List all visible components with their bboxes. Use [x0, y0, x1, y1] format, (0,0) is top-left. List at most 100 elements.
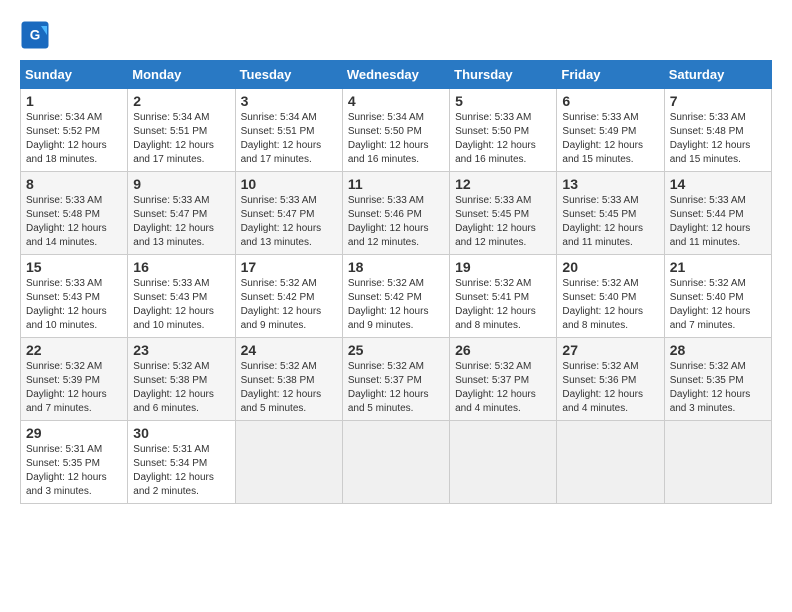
- day-number: 19: [455, 259, 551, 275]
- calendar-cell: 28Sunrise: 5:32 AMSunset: 5:35 PMDayligh…: [664, 338, 771, 421]
- day-info: Sunrise: 5:33 AMSunset: 5:45 PMDaylight:…: [455, 194, 551, 250]
- day-number: 5: [455, 93, 551, 109]
- calendar-cell: 25 Sunrise: 5:32 AMSunset: 5:37 PMDayligh…: [342, 338, 449, 421]
- day-number: 16: [133, 259, 229, 275]
- day-info: Sunrise: 5:33 AMSunset: 5:48 PMDaylight:…: [26, 194, 122, 250]
- weekday-header-sunday: Sunday: [21, 61, 128, 89]
- day-info: Sunrise: 5:31 AMSunset: 5:35 PMDaylight:…: [26, 443, 122, 499]
- calendar-cell: [557, 421, 664, 504]
- calendar-cell: [450, 421, 557, 504]
- calendar-cell: 5 Sunrise: 5:33 AMSunset: 5:50 PMDaylight…: [450, 89, 557, 172]
- calendar-cell: 30Sunrise: 5:31 AMSunset: 5:34 PMDayligh…: [128, 421, 235, 504]
- day-info: Sunrise: 5:33 AMSunset: 5:43 PMDaylight:…: [26, 277, 122, 333]
- calendar-cell: 7Sunrise: 5:33 AMSunset: 5:48 PMDaylight…: [664, 89, 771, 172]
- day-number: 27: [562, 342, 658, 358]
- calendar-cell: 11 Sunrise: 5:33 AMSunset: 5:46 PMDayligh…: [342, 172, 449, 255]
- calendar-cell: 24 Sunrise: 5:32 AMSunset: 5:38 PMDayligh…: [235, 338, 342, 421]
- calendar-cell: 4Sunrise: 5:34 AMSunset: 5:50 PMDaylight…: [342, 89, 449, 172]
- day-number: 17: [241, 259, 337, 275]
- day-info: Sunrise: 5:32 AMSunset: 5:37 PMDaylight:…: [348, 360, 444, 416]
- calendar-cell: 21Sunrise: 5:32 AMSunset: 5:40 PMDayligh…: [664, 255, 771, 338]
- day-number: 13: [562, 176, 658, 192]
- day-info: Sunrise: 5:33 AMSunset: 5:46 PMDaylight:…: [348, 194, 444, 250]
- calendar-week-row: 29 Sunrise: 5:31 AMSunset: 5:35 PMDayligh…: [21, 421, 772, 504]
- day-info: Sunrise: 5:33 AMSunset: 5:47 PMDaylight:…: [241, 194, 337, 250]
- calendar-cell: 14Sunrise: 5:33 AMSunset: 5:44 PMDayligh…: [664, 172, 771, 255]
- day-info: Sunrise: 5:34 AMSunset: 5:52 PMDaylight:…: [26, 111, 122, 167]
- calendar-cell: 22 Sunrise: 5:32 AMSunset: 5:39 PMDayligh…: [21, 338, 128, 421]
- calendar-table: SundayMondayTuesdayWednesdayThursdayFrid…: [20, 60, 772, 504]
- calendar-cell: 1 Sunrise: 5:34 AMSunset: 5:52 PMDaylight…: [21, 89, 128, 172]
- day-info: Sunrise: 5:32 AMSunset: 5:42 PMDaylight:…: [348, 277, 444, 333]
- day-info: Sunrise: 5:32 AMSunset: 5:37 PMDaylight:…: [455, 360, 551, 416]
- calendar-cell: 29 Sunrise: 5:31 AMSunset: 5:35 PMDayligh…: [21, 421, 128, 504]
- calendar-cell: 23 Sunrise: 5:32 AMSunset: 5:38 PMDayligh…: [128, 338, 235, 421]
- day-info: Sunrise: 5:33 AMSunset: 5:44 PMDaylight:…: [670, 194, 766, 250]
- calendar-cell: 16 Sunrise: 5:33 AMSunset: 5:43 PMDayligh…: [128, 255, 235, 338]
- calendar-cell: 15 Sunrise: 5:33 AMSunset: 5:43 PMDayligh…: [21, 255, 128, 338]
- weekday-header-wednesday: Wednesday: [342, 61, 449, 89]
- day-number: 29: [26, 425, 122, 441]
- day-number: 1: [26, 93, 122, 109]
- page-header: G: [20, 20, 772, 50]
- day-number: 3: [241, 93, 337, 109]
- calendar-week-row: 15 Sunrise: 5:33 AMSunset: 5:43 PMDayligh…: [21, 255, 772, 338]
- weekday-header-row: SundayMondayTuesdayWednesdayThursdayFrid…: [21, 61, 772, 89]
- day-number: 22: [26, 342, 122, 358]
- day-number: 23: [133, 342, 229, 358]
- weekday-header-tuesday: Tuesday: [235, 61, 342, 89]
- logo-icon: G: [20, 20, 50, 50]
- day-number: 2: [133, 93, 229, 109]
- calendar-cell: 20 Sunrise: 5:32 AMSunset: 5:40 PMDayligh…: [557, 255, 664, 338]
- day-info: Sunrise: 5:34 AMSunset: 5:51 PMDaylight:…: [241, 111, 337, 167]
- calendar-cell: 17 Sunrise: 5:32 AMSunset: 5:42 PMDayligh…: [235, 255, 342, 338]
- calendar-cell: 9 Sunrise: 5:33 AMSunset: 5:47 PMDaylight…: [128, 172, 235, 255]
- day-info: Sunrise: 5:32 AMSunset: 5:40 PMDaylight:…: [670, 277, 766, 333]
- day-number: 25: [348, 342, 444, 358]
- day-info: Sunrise: 5:33 AMSunset: 5:43 PMDaylight:…: [133, 277, 229, 333]
- day-number: 12: [455, 176, 551, 192]
- day-number: 10: [241, 176, 337, 192]
- day-info: Sunrise: 5:33 AMSunset: 5:47 PMDaylight:…: [133, 194, 229, 250]
- day-number: 8: [26, 176, 122, 192]
- calendar-cell: 26 Sunrise: 5:32 AMSunset: 5:37 PMDayligh…: [450, 338, 557, 421]
- day-info: Sunrise: 5:32 AMSunset: 5:40 PMDaylight:…: [562, 277, 658, 333]
- day-info: Sunrise: 5:34 AMSunset: 5:50 PMDaylight:…: [348, 111, 444, 167]
- calendar-week-row: 22 Sunrise: 5:32 AMSunset: 5:39 PMDayligh…: [21, 338, 772, 421]
- day-info: Sunrise: 5:32 AMSunset: 5:38 PMDaylight:…: [133, 360, 229, 416]
- weekday-header-monday: Monday: [128, 61, 235, 89]
- day-info: Sunrise: 5:32 AMSunset: 5:41 PMDaylight:…: [455, 277, 551, 333]
- calendar-cell: 3 Sunrise: 5:34 AMSunset: 5:51 PMDaylight…: [235, 89, 342, 172]
- weekday-header-saturday: Saturday: [664, 61, 771, 89]
- day-number: 11: [348, 176, 444, 192]
- calendar-cell: [235, 421, 342, 504]
- calendar-cell: 13 Sunrise: 5:33 AMSunset: 5:45 PMDayligh…: [557, 172, 664, 255]
- day-info: Sunrise: 5:32 AMSunset: 5:36 PMDaylight:…: [562, 360, 658, 416]
- svg-text:G: G: [30, 28, 41, 43]
- day-info: Sunrise: 5:33 AMSunset: 5:50 PMDaylight:…: [455, 111, 551, 167]
- day-number: 18: [348, 259, 444, 275]
- day-info: Sunrise: 5:32 AMSunset: 5:39 PMDaylight:…: [26, 360, 122, 416]
- calendar-cell: 18 Sunrise: 5:32 AMSunset: 5:42 PMDayligh…: [342, 255, 449, 338]
- calendar-cell: 2Sunrise: 5:34 AMSunset: 5:51 PMDaylight…: [128, 89, 235, 172]
- calendar-cell: [342, 421, 449, 504]
- weekday-header-thursday: Thursday: [450, 61, 557, 89]
- day-number: 7: [670, 93, 766, 109]
- calendar-cell: 8 Sunrise: 5:33 AMSunset: 5:48 PMDaylight…: [21, 172, 128, 255]
- calendar-cell: 12 Sunrise: 5:33 AMSunset: 5:45 PMDayligh…: [450, 172, 557, 255]
- calendar-week-row: 1 Sunrise: 5:34 AMSunset: 5:52 PMDaylight…: [21, 89, 772, 172]
- logo: G: [20, 20, 54, 50]
- day-number: 15: [26, 259, 122, 275]
- day-info: Sunrise: 5:33 AMSunset: 5:45 PMDaylight:…: [562, 194, 658, 250]
- day-number: 9: [133, 176, 229, 192]
- day-info: Sunrise: 5:32 AMSunset: 5:42 PMDaylight:…: [241, 277, 337, 333]
- calendar-cell: 19 Sunrise: 5:32 AMSunset: 5:41 PMDayligh…: [450, 255, 557, 338]
- day-info: Sunrise: 5:32 AMSunset: 5:38 PMDaylight:…: [241, 360, 337, 416]
- day-info: Sunrise: 5:32 AMSunset: 5:35 PMDaylight:…: [670, 360, 766, 416]
- day-number: 26: [455, 342, 551, 358]
- calendar-cell: 27 Sunrise: 5:32 AMSunset: 5:36 PMDayligh…: [557, 338, 664, 421]
- day-number: 24: [241, 342, 337, 358]
- day-number: 6: [562, 93, 658, 109]
- calendar-cell: 10 Sunrise: 5:33 AMSunset: 5:47 PMDayligh…: [235, 172, 342, 255]
- day-number: 20: [562, 259, 658, 275]
